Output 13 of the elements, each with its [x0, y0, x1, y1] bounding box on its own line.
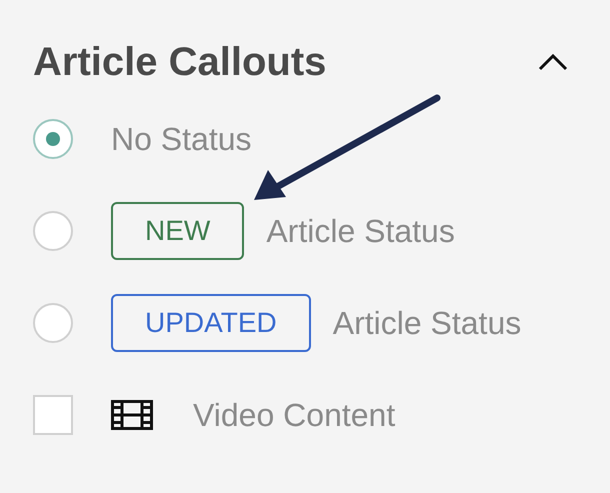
radio-button[interactable]: [33, 119, 73, 159]
option-label: Article Status: [266, 212, 455, 251]
status-badge: NEW: [111, 202, 244, 260]
option-label: No Status: [111, 120, 252, 159]
status-badge: UPDATED: [111, 294, 311, 352]
radio-button[interactable]: [33, 303, 73, 343]
panel-title: Article Callouts: [33, 39, 326, 86]
radio-button[interactable]: [33, 211, 73, 251]
option-label: Article Status: [332, 304, 522, 343]
option-label: Video Content: [193, 396, 396, 435]
chevron-up-icon: [538, 53, 568, 71]
checkbox[interactable]: [33, 395, 73, 435]
film-icon: [111, 400, 153, 430]
